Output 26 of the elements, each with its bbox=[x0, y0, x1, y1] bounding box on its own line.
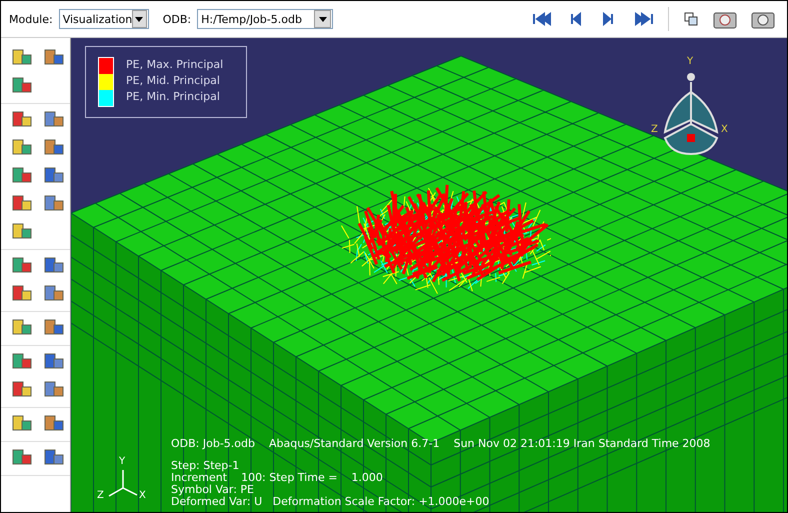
info-text: Step: Step-1 bbox=[171, 460, 240, 472]
legend-label: PE, Mid. Principal bbox=[126, 73, 221, 89]
module-dropdown[interactable]: Visualization bbox=[58, 9, 149, 29]
skip-first-icon bbox=[532, 11, 552, 27]
axis-label: Z bbox=[651, 124, 658, 135]
odb-dropdown[interactable]: H:/Temp/Job-5.odb bbox=[197, 9, 334, 29]
info-text: Symbol Var: PE bbox=[171, 484, 255, 496]
header-text: ODB: Job-5.odb bbox=[171, 438, 255, 450]
legend-label: PE, Max. Principal bbox=[126, 57, 224, 73]
legend-label: PE, Min. Principal bbox=[126, 89, 221, 105]
skip-last-icon bbox=[634, 11, 654, 27]
odb-label: ODB: bbox=[162, 12, 192, 26]
axis-label: X bbox=[721, 124, 728, 135]
header-text: Sun Nov 02 21:01:19 Iran Standard Time 2008 bbox=[454, 438, 710, 450]
view-cube-triad-icon bbox=[661, 72, 721, 158]
caret-icon bbox=[318, 16, 327, 22]
axis-label: Z bbox=[97, 490, 104, 501]
module-label: Module: bbox=[9, 12, 53, 26]
axis-label: Y bbox=[119, 456, 126, 467]
caret-icon bbox=[135, 16, 144, 22]
info-text: Deformed Var: U Deformation Scale Factor: +1.000e+00 bbox=[171, 496, 490, 508]
overlapping-squares-icon bbox=[683, 11, 699, 27]
header-text: Abaqus/Standard Version 6.7-1 bbox=[269, 438, 440, 450]
info-text: Increment 100: Step Time = 1.000 bbox=[171, 472, 384, 484]
axis-label: X bbox=[139, 490, 146, 501]
axis-label: Y bbox=[687, 56, 694, 67]
